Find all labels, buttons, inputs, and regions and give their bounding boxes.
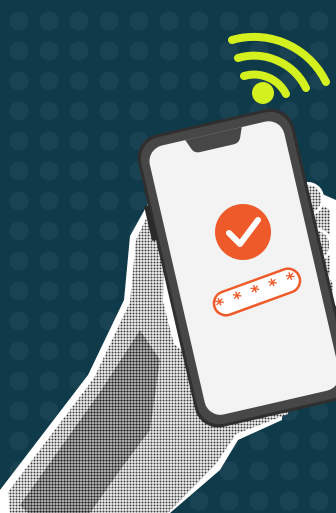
checkmark-icon (215, 204, 271, 260)
illustration-canvas (0, 32, 336, 513)
wifi-signal-icon (228, 32, 330, 98)
wifi-dot (252, 82, 274, 104)
phone-login-illustration: * * * * * (0, 0, 336, 513)
